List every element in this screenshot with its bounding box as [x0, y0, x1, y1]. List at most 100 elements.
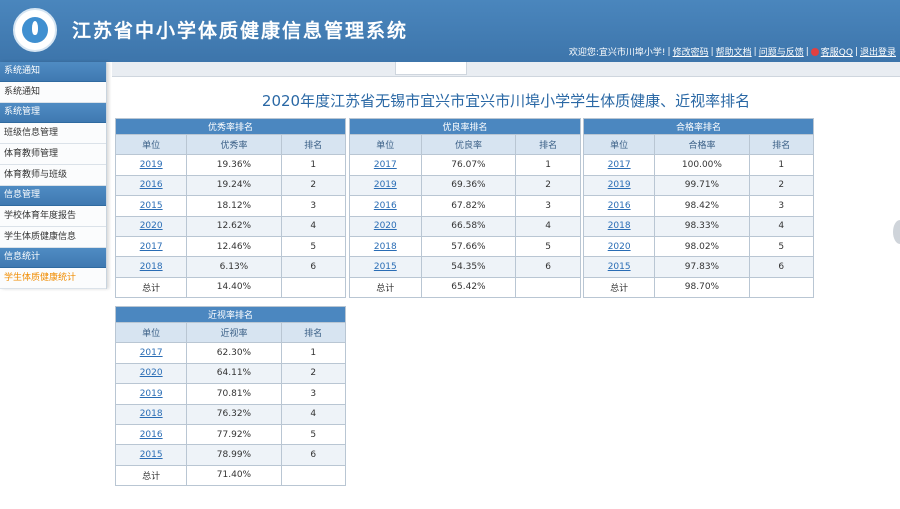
- sidebar-item[interactable]: 体育教师与班级: [0, 165, 106, 186]
- unit-link[interactable]: 2020: [140, 368, 163, 378]
- sidebar-item[interactable]: 学生体质健康统计: [0, 268, 106, 289]
- unit-cell: 2017: [349, 154, 422, 176]
- pass-rate-table: 合格率排名 单位 合格率 排名 2017 100.00% 1 2019 99.71% 2 2016 9…: [582, 118, 815, 299]
- sidebar-item[interactable]: 学校体育年度报告: [0, 206, 106, 227]
- logo-icon: [13, 8, 57, 52]
- rate-cell: 98.42%: [654, 195, 750, 217]
- total-rank: [280, 276, 347, 299]
- unit-link[interactable]: 2015: [608, 262, 631, 272]
- column-header: 排名: [280, 133, 347, 156]
- unit-link[interactable]: 2018: [374, 242, 397, 252]
- table-row: 2017 100.00% 1: [582, 154, 815, 176]
- column-header: 单位: [114, 133, 188, 156]
- unit-link[interactable]: 2015: [140, 201, 163, 211]
- unit-link[interactable]: 2016: [140, 180, 163, 190]
- sidebar-item[interactable]: 系统通知: [0, 82, 106, 103]
- unit-cell: 2015: [114, 195, 188, 217]
- rate-cell: 19.24%: [186, 174, 282, 197]
- table-row: 2020 64.11% 2: [114, 362, 347, 385]
- unit-link[interactable]: 2017: [374, 160, 397, 170]
- rate-cell: 12.62%: [186, 215, 282, 237]
- unit-cell: 2016: [114, 174, 188, 197]
- unit-link[interactable]: 2015: [374, 262, 397, 272]
- unit-cell: 2017: [582, 154, 656, 176]
- unit-cell: 2018: [349, 235, 422, 258]
- total-row: 总计 65.42%: [349, 276, 581, 299]
- rate-cell: 54.35%: [420, 256, 517, 278]
- unit-link[interactable]: 2017: [608, 160, 631, 170]
- rate-cell: 98.02%: [654, 235, 750, 258]
- rate-cell: 18.12%: [186, 195, 282, 217]
- rank-cell: 5: [280, 235, 347, 258]
- rank-cell: 6: [280, 444, 347, 466]
- unit-link[interactable]: 2019: [608, 180, 631, 190]
- user-bar: 欢迎您:宜兴市川埠小学! | 修改密码 | 帮助文档 | 问题与反馈 | 客服Q…: [568, 45, 896, 59]
- rate-cell: 100.00%: [654, 154, 750, 176]
- unit-link[interactable]: 2016: [140, 430, 163, 440]
- rank-cell: 3: [748, 195, 815, 217]
- column-header: 单位: [349, 133, 422, 156]
- rank-cell: 6: [280, 256, 347, 278]
- scroll-handle[interactable]: [893, 220, 900, 244]
- table-row: 2020 98.02% 5: [582, 235, 815, 258]
- change-password-link[interactable]: 修改密码: [673, 45, 709, 58]
- table-row: 2018 57.66% 5: [349, 235, 581, 258]
- total-row: 总计 98.70%: [582, 276, 815, 299]
- unit-link[interactable]: 2020: [374, 221, 397, 231]
- unit-link[interactable]: 2018: [140, 262, 163, 272]
- unit-link[interactable]: 2017: [140, 242, 163, 252]
- sidebar-item[interactable]: 学生体质健康信息: [0, 227, 106, 248]
- content-tab-bar: [112, 62, 900, 77]
- rank-cell: 1: [280, 154, 347, 176]
- unit-link[interactable]: 2018: [140, 409, 163, 419]
- table-caption: 合格率排名: [583, 118, 814, 135]
- logout-link[interactable]: 退出登录: [860, 45, 896, 58]
- unit-cell: 2020: [582, 235, 656, 258]
- unit-link[interactable]: 2019: [140, 160, 163, 170]
- feedback-link[interactable]: 问题与反馈: [759, 45, 804, 58]
- excellent-rate-table: 优秀率排名 单位 优秀率 排名 2019 19.36% 1 2016 19.24% 2 2015 18…: [114, 118, 347, 299]
- unit-cell: 2017: [114, 342, 188, 364]
- total-rate: 98.70%: [654, 276, 750, 299]
- unit-cell: 2019: [349, 174, 422, 197]
- rank-cell: 2: [280, 174, 347, 197]
- unit-link[interactable]: 2020: [608, 242, 631, 252]
- unit-link[interactable]: 2016: [608, 201, 631, 211]
- sidebar-section-header: 系统通知: [0, 62, 106, 82]
- table-caption: 优秀率排名: [115, 118, 346, 135]
- unit-cell: 2018: [114, 256, 188, 278]
- good-rate-table: 优良率排名 单位 优良率 排名 2017 76.07% 1 2019 69.36% 2 2016 67…: [349, 118, 581, 299]
- qq-icon: [810, 47, 819, 56]
- rate-cell: 19.36%: [186, 154, 282, 176]
- rate-cell: 97.83%: [654, 256, 750, 278]
- unit-link[interactable]: 2016: [374, 201, 397, 211]
- unit-link[interactable]: 2018: [608, 221, 631, 231]
- rank-cell: 3: [280, 195, 347, 217]
- unit-link[interactable]: 2015: [140, 450, 163, 460]
- unit-cell: 2016: [582, 195, 656, 217]
- total-rate: 65.42%: [420, 276, 517, 299]
- unit-link[interactable]: 2020: [140, 221, 163, 231]
- rank-cell: 6: [515, 256, 581, 278]
- table-row: 2016 77.92% 5: [114, 423, 347, 446]
- content-tab[interactable]: [395, 62, 467, 75]
- app-title: 江苏省中小学体质健康信息管理系统: [72, 20, 409, 42]
- rank-cell: 5: [280, 423, 347, 446]
- rank-cell: 4: [748, 215, 815, 237]
- unit-cell: 2015: [349, 256, 422, 278]
- sidebar-item[interactable]: 班级信息管理: [0, 123, 106, 144]
- sidebar-item[interactable]: 体育教师管理: [0, 144, 106, 165]
- rate-cell: 98.33%: [654, 215, 750, 237]
- total-label: 总计: [114, 464, 188, 487]
- table-row: 2017 76.07% 1: [349, 154, 581, 176]
- rate-cell: 64.11%: [186, 362, 282, 385]
- unit-link[interactable]: 2019: [140, 389, 163, 399]
- unit-link[interactable]: 2019: [374, 180, 397, 190]
- rank-cell: 1: [748, 154, 815, 176]
- unit-cell: 2019: [582, 174, 656, 197]
- unit-link[interactable]: 2017: [140, 348, 163, 358]
- help-docs-link[interactable]: 帮助文档: [716, 45, 752, 58]
- support-qq-link[interactable]: 客服QQ: [821, 45, 853, 58]
- unit-cell: 2019: [114, 383, 188, 405]
- rank-cell: 3: [515, 195, 581, 217]
